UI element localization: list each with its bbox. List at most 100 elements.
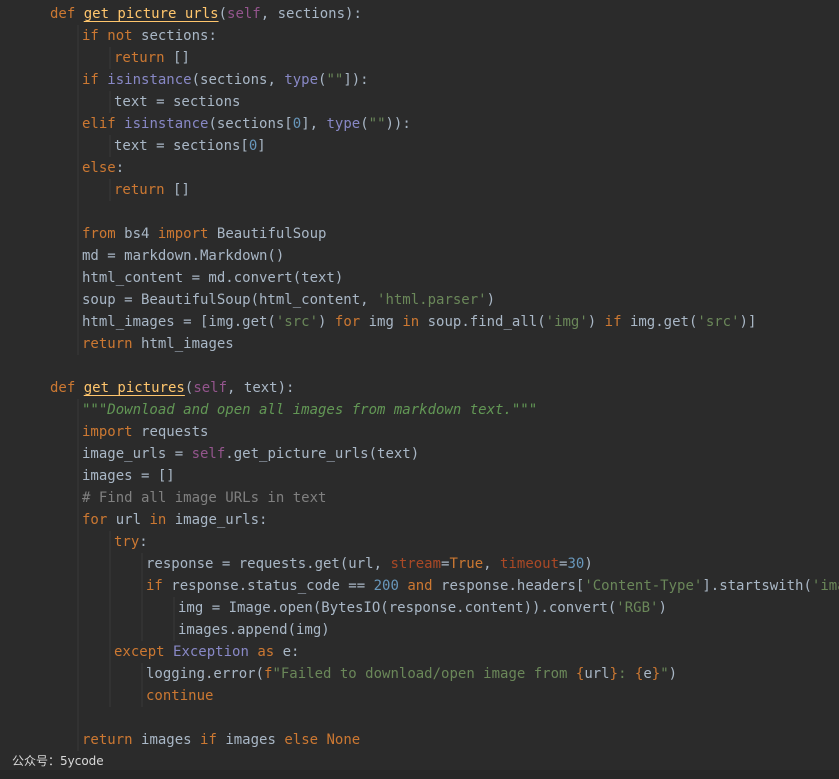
- code-token: :: [618, 666, 635, 682]
- code-token: else: [284, 732, 327, 748]
- code-line[interactable]: image_urls = self.get_picture_urls(text): [82, 443, 419, 465]
- code-line[interactable]: soup = BeautifulSoup(html_content, 'html…: [82, 289, 495, 311]
- code-line[interactable]: md = markdown.Markdown(): [82, 245, 284, 267]
- code-line[interactable]: images.append(img): [178, 619, 330, 641]
- code-token: else: [82, 160, 116, 176]
- code-line[interactable]: return []: [114, 47, 190, 69]
- code-token: self: [193, 380, 228, 396]
- code-token: 'image/': [811, 578, 839, 594]
- code-line[interactable]: for url in image_urls:: [82, 509, 267, 531]
- code-token: requests: [141, 424, 209, 440]
- code-line[interactable]: if response.status_code == 200 and respo…: [146, 575, 839, 597]
- code-token: 'src': [697, 314, 740, 330]
- code-token: isinstance: [107, 72, 192, 88]
- code-token: }: [651, 666, 661, 682]
- code-token: "": [368, 116, 386, 132]
- code-token: images: [141, 732, 201, 748]
- code-token: None: [326, 732, 361, 748]
- code-token: (sections,: [191, 72, 285, 88]
- code-token: 'html.parser': [377, 292, 487, 308]
- code-token: images.append(img): [178, 622, 330, 638]
- code-token: return: [114, 182, 174, 198]
- code-token: }: [609, 666, 619, 682]
- code-token: BeautifulSoup: [216, 226, 327, 242]
- code-token: self: [227, 6, 261, 22]
- code-token: md = markdown.Markdown(): [82, 248, 285, 264]
- code-token: from: [82, 226, 125, 242]
- code-line[interactable]: continue: [146, 685, 213, 707]
- code-token: bs4: [124, 226, 158, 242]
- code-token: ): [658, 600, 667, 616]
- code-token: ": [660, 666, 669, 682]
- code-token: type: [326, 116, 361, 132]
- code-line[interactable]: def get_pictures(self, text):: [50, 377, 294, 399]
- code-token: ],: [301, 116, 327, 132]
- code-line[interactable]: # Find all image URLs in text: [82, 487, 326, 509]
- code-token: continue: [146, 688, 214, 704]
- code-token: import: [157, 226, 217, 242]
- code-token: )]: [739, 314, 757, 330]
- code-token: url: [584, 666, 610, 682]
- code-line[interactable]: return images if images else None: [82, 729, 360, 751]
- code-token: img: [368, 314, 403, 330]
- code-line[interactable]: if not sections:: [82, 25, 217, 47]
- code-token: return: [82, 336, 142, 352]
- code-line[interactable]: else:: [82, 157, 124, 179]
- code-token: isinstance: [124, 116, 209, 132]
- code-token: in: [149, 512, 175, 528]
- watermark-text: 公众号：5ycode: [10, 752, 106, 770]
- code-token: ].startswith(: [702, 578, 812, 594]
- code-token: 'Content-Type': [584, 578, 703, 594]
- code-token: image_urls:: [174, 512, 268, 528]
- code-token: text = sections: [114, 94, 241, 110]
- code-token: :: [139, 534, 148, 550]
- code-line[interactable]: return html_images: [82, 333, 234, 355]
- code-token: elif: [82, 116, 125, 132]
- code-token: ]):: [343, 72, 369, 88]
- code-editor[interactable]: def get_picture_urls(self, sections): if …: [0, 0, 839, 779]
- code-line[interactable]: """Download and open all images from mar…: [82, 399, 537, 421]
- code-token: ): [587, 314, 605, 330]
- code-token: sections:: [141, 28, 217, 44]
- code-token: True: [449, 556, 484, 572]
- code-line[interactable]: elif isinstance(sections[0], type("")):: [82, 113, 411, 135]
- code-token: """Download and open all images from mar…: [82, 402, 538, 418]
- code-line[interactable]: images = []: [82, 465, 175, 487]
- code-token: e:: [282, 644, 300, 660]
- code-line[interactable]: img = Image.open(BytesIO(response.conten…: [178, 597, 667, 619]
- code-token: ): [318, 314, 335, 330]
- code-line[interactable]: def get_picture_urls(self, sections):: [50, 3, 362, 25]
- code-token: html_images = [img.get(: [82, 314, 276, 330]
- code-line[interactable]: response = requests.get(url, stream=True…: [146, 553, 593, 575]
- code-line[interactable]: import requests: [82, 421, 208, 443]
- code-line[interactable]: text = sections[0]: [114, 135, 266, 157]
- code-token: (sections[: [208, 116, 293, 132]
- code-token: except: [114, 644, 174, 660]
- code-token: type: [284, 72, 319, 88]
- code-token: images = []: [82, 468, 175, 484]
- code-token: "": [326, 72, 344, 88]
- code-line[interactable]: text = sections: [114, 91, 240, 113]
- code-token: (: [360, 116, 369, 132]
- code-token: :: [115, 160, 125, 176]
- code-line[interactable]: html_images = [img.get('src') for img in…: [82, 311, 756, 333]
- code-line[interactable]: html_content = md.convert(text): [82, 267, 343, 289]
- code-token: 'RGB': [616, 600, 659, 616]
- code-line[interactable]: from bs4 import BeautifulSoup: [82, 223, 326, 245]
- code-line[interactable]: if isinstance(sections, type(""]):: [82, 69, 369, 91]
- code-token: response = requests.get(url,: [146, 556, 391, 572]
- code-token: 200: [373, 578, 408, 594]
- code-token: ): [668, 666, 678, 682]
- code-token: get_pictures: [83, 380, 185, 396]
- code-token: .get_picture_urls(text): [225, 446, 420, 462]
- code-token: in: [402, 314, 428, 330]
- code-token: if: [146, 578, 172, 594]
- code-line[interactable]: return []: [114, 179, 190, 201]
- code-token: response.headers[: [441, 578, 585, 594]
- code-token: ): [584, 556, 593, 572]
- code-line[interactable]: logging.error(f"Failed to download/open …: [146, 663, 677, 685]
- code-line[interactable]: try:: [114, 531, 148, 553]
- code-line[interactable]: except Exception as e:: [114, 641, 299, 663]
- code-token: 'img': [545, 314, 588, 330]
- code-token: # Find all image URLs in text: [82, 490, 327, 506]
